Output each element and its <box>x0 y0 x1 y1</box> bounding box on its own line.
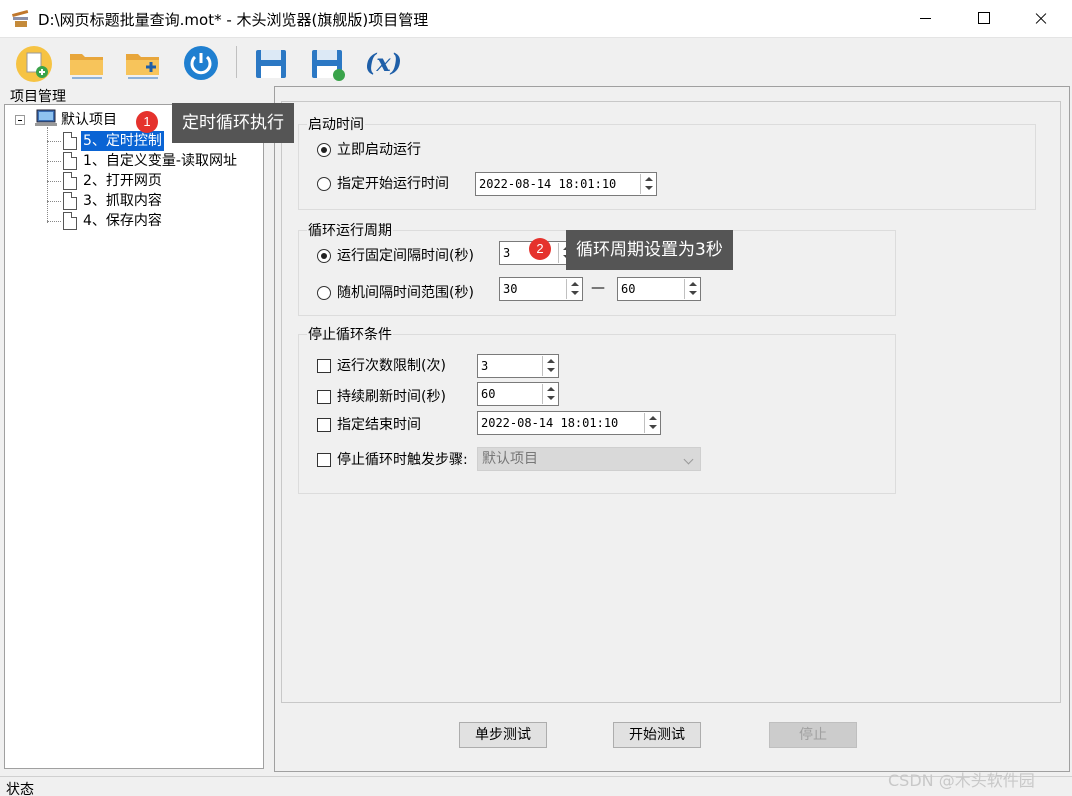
document-icon <box>63 152 77 170</box>
collapse-icon[interactable] <box>15 115 25 125</box>
run-limit-value: 3 <box>481 359 489 373</box>
watermark: CSDN @木头软件园 <box>888 771 1035 790</box>
stop-condition-legend: 停止循环条件 <box>307 324 393 344</box>
computer-icon <box>35 109 57 126</box>
checkbox-run-limit-label[interactable]: 运行次数限制(次) <box>337 356 446 376</box>
random-min-value: 30 <box>503 282 518 296</box>
maximize-button[interactable] <box>954 0 1012 38</box>
end-time-picker[interactable]: 2022-08-14 18:01:10 <box>477 411 661 435</box>
start-time-value: 2022-08-14 18:01:10 <box>479 177 617 191</box>
toolbar: (x) <box>0 38 1072 86</box>
close-button[interactable] <box>1012 0 1070 38</box>
start-time-group: 启动时间 立即启动运行 指定开始运行时间 2022-08-14 18:01:10 <box>298 114 1036 210</box>
range-dash: — <box>591 280 605 296</box>
variable-icon-label: (x) <box>365 48 402 77</box>
refresh-value: 60 <box>481 387 496 401</box>
random-min-input[interactable]: 30 <box>499 277 583 301</box>
checkbox-end-time[interactable] <box>317 418 331 432</box>
spin-arrows-icon[interactable] <box>542 356 557 376</box>
trigger-step-value: 默认项目 <box>482 451 538 467</box>
tree-item-label[interactable]: 5、定时控制 <box>81 131 164 151</box>
tree-item-label[interactable]: 3、抓取内容 <box>83 191 162 211</box>
tree-root-label[interactable]: 默认项目 <box>61 109 117 129</box>
radio-cycle-random[interactable] <box>317 286 331 300</box>
random-max-value: 60 <box>621 282 636 296</box>
checkbox-trigger-label[interactable]: 停止循环时触发步骤: <box>337 450 468 470</box>
tree-item-label[interactable]: 4、保存内容 <box>83 211 162 231</box>
title-bar: D:\网页标题批量查询.mot* - 木头浏览器(旗舰版)项目管理 <box>0 0 1072 38</box>
document-icon <box>63 212 77 230</box>
radio-cycle-random-label[interactable]: 随机间隔时间范围(秒) <box>337 283 474 303</box>
app-logo-icon <box>12 9 29 27</box>
annotation-badge-1: 1 <box>136 111 158 133</box>
new-file-icon[interactable] <box>14 42 56 84</box>
start-time-legend: 启动时间 <box>307 114 365 134</box>
radio-cycle-fixed[interactable] <box>317 249 331 263</box>
start-time-picker[interactable]: 2022-08-14 18:01:10 <box>475 172 657 196</box>
annotation-callout-1: 定时循环执行 <box>172 103 294 143</box>
document-icon <box>63 172 77 190</box>
annotation-badge-2: 2 <box>529 238 551 260</box>
document-icon <box>63 132 77 150</box>
stop-button[interactable]: 停止 <box>769 722 857 748</box>
fixed-interval-value: 3 <box>503 246 511 260</box>
status-label: 状态 <box>6 782 34 796</box>
variable-icon[interactable]: (x) <box>362 42 404 84</box>
save-as-icon[interactable] <box>306 42 348 84</box>
app-window: D:\网页标题批量查询.mot* - 木头浏览器(旗舰版)项目管理 (x) 项目… <box>0 0 1072 796</box>
project-panel-title: 项目管理 <box>10 89 66 105</box>
random-max-input[interactable]: 60 <box>617 277 701 301</box>
checkbox-refresh[interactable] <box>317 390 331 404</box>
run-limit-input[interactable]: 3 <box>477 354 559 378</box>
spin-arrows-icon[interactable] <box>542 384 557 404</box>
spin-arrows-icon[interactable] <box>640 174 655 194</box>
refresh-input[interactable]: 60 <box>477 382 559 406</box>
cycle-legend: 循环运行周期 <box>307 220 393 240</box>
tree-item-label[interactable]: 2、打开网页 <box>83 171 162 191</box>
power-icon[interactable] <box>180 42 222 84</box>
spin-arrows-icon[interactable] <box>566 279 581 299</box>
trigger-step-select[interactable]: 默认项目 <box>477 447 701 471</box>
radio-cycle-fixed-label[interactable]: 运行固定间隔时间(秒) <box>337 246 474 266</box>
document-icon <box>63 192 77 210</box>
tree-item-label[interactable]: 1、自定义变量-读取网址 <box>83 151 237 171</box>
checkbox-refresh-label[interactable]: 持续刷新时间(秒) <box>337 387 446 407</box>
settings-panel: 启动时间 立即启动运行 指定开始运行时间 2022-08-14 18:01:10… <box>274 86 1070 772</box>
step-test-button[interactable]: 单步测试 <box>459 722 547 748</box>
annotation-callout-2: 循环周期设置为3秒 <box>566 230 733 270</box>
minimize-button[interactable] <box>896 0 954 38</box>
radio-start-specified-label[interactable]: 指定开始运行时间 <box>337 174 449 194</box>
checkbox-end-time-label[interactable]: 指定结束时间 <box>337 415 421 435</box>
start-test-button[interactable]: 开始测试 <box>613 722 701 748</box>
window-title: D:\网页标题批量查询.mot* - 木头浏览器(旗舰版)项目管理 <box>38 11 429 29</box>
checkbox-run-limit[interactable] <box>317 359 331 373</box>
stop-condition-group: 停止循环条件 运行次数限制(次) 3 持续刷新时间(秒) 60 指定结束时间 2… <box>298 324 896 494</box>
radio-start-immediate-label[interactable]: 立即启动运行 <box>337 140 421 160</box>
toolbar-separator <box>236 46 237 78</box>
settings-inner-panel: 启动时间 立即启动运行 指定开始运行时间 2022-08-14 18:01:10… <box>281 101 1061 703</box>
radio-start-specified[interactable] <box>317 177 331 191</box>
add-folder-icon[interactable] <box>122 42 164 84</box>
radio-start-immediate[interactable] <box>317 143 331 157</box>
end-time-value: 2022-08-14 18:01:10 <box>481 416 619 430</box>
spin-arrows-icon[interactable] <box>684 279 699 299</box>
open-folder-icon[interactable] <box>66 42 108 84</box>
save-icon[interactable] <box>250 42 292 84</box>
checkbox-trigger[interactable] <box>317 453 331 467</box>
spin-arrows-icon[interactable] <box>644 413 659 433</box>
project-tree-panel: 默认项目 5、定时控制 1、自定义变量-读取网址 2、打开网页 3、抓取内容 4… <box>4 104 264 769</box>
